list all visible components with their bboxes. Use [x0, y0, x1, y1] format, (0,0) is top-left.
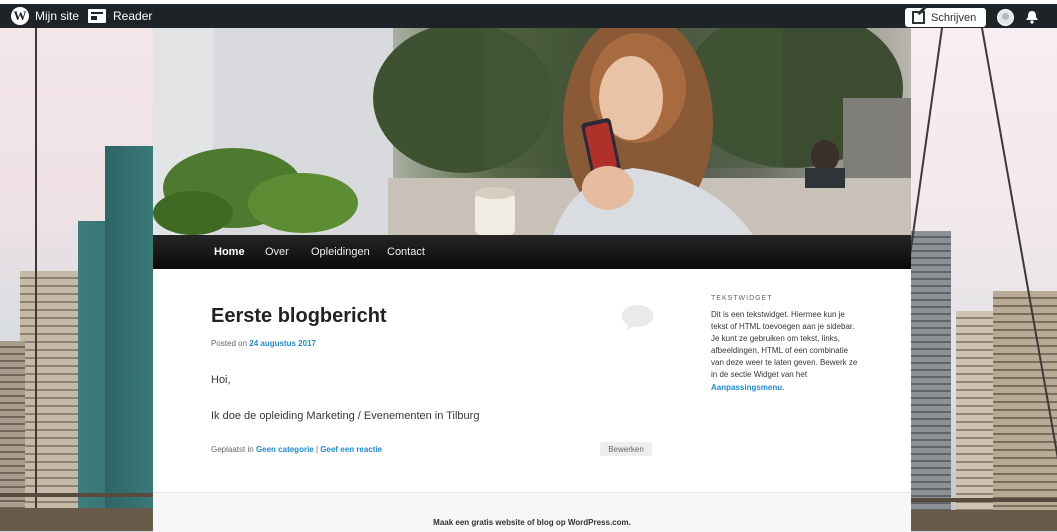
- nav-item-contact[interactable]: Contact: [387, 235, 425, 269]
- post-date-line: Posted on 24 augustus 2017: [211, 339, 316, 348]
- bridge-deck: [0, 508, 153, 531]
- widget-title: TEKSTWIDGET: [711, 295, 773, 302]
- my-site-label: Mijn site: [35, 9, 80, 23]
- reply-link[interactable]: Geef een reactie: [320, 445, 382, 454]
- reader-label: Reader: [113, 9, 153, 23]
- customizer-link[interactable]: Aanpassingsmenu: [711, 383, 782, 392]
- my-site-menu[interactable]: W Mijn site: [11, 4, 79, 28]
- write-label: Schrijven: [931, 11, 977, 24]
- post-title[interactable]: Eerste blogbericht: [211, 305, 387, 328]
- admin-bar-topline: [0, 0, 1057, 4]
- building-grey: [911, 231, 951, 531]
- widget-text: Dit is een tekstwidget. Hiermee kun je t…: [711, 310, 858, 380]
- avatar[interactable]: [997, 9, 1014, 26]
- bridge-deck: [911, 510, 1057, 531]
- meta-separator: |: [315, 445, 319, 454]
- comment-bubble-icon[interactable]: [621, 304, 654, 331]
- reader-menu[interactable]: Reader: [88, 4, 152, 28]
- site-footer: Maak een gratis website of blog op WordP…: [153, 492, 911, 532]
- post-date-link[interactable]: 24 augustus 2017: [249, 339, 316, 348]
- main-navigation: Home Over Opleidingen Contact: [153, 235, 911, 269]
- footer-credit-link[interactable]: Maak een gratis website of blog op WordP…: [153, 518, 911, 527]
- page-column: Home Over Opleidingen Contact Eerste blo…: [153, 28, 911, 532]
- building-tall: [993, 291, 1057, 531]
- notifications-bell-icon[interactable]: [1025, 10, 1039, 24]
- widget-text-end: .: [782, 382, 785, 392]
- text-widget: Dit is een tekstwidget. Hiermee kun je t…: [711, 309, 861, 394]
- header-image: [153, 28, 911, 235]
- edit-button[interactable]: Bewerken: [600, 442, 652, 456]
- bridge-rail: [0, 493, 153, 497]
- post-paragraph: Ik doe de opleiding Marketing / Evenemen…: [211, 410, 480, 422]
- write-button[interactable]: Schrijven: [905, 8, 986, 27]
- wordpress-logo-icon: W: [11, 7, 29, 25]
- post-paragraph: Hoi,: [211, 374, 231, 386]
- nav-item-home[interactable]: Home: [214, 235, 245, 269]
- building-small: [0, 341, 25, 531]
- nav-item-over[interactable]: Over: [265, 235, 289, 269]
- background-cityscape-right: [911, 28, 1057, 531]
- bridge-cable: [35, 28, 37, 531]
- nav-item-opleidingen[interactable]: Opleidingen: [311, 235, 370, 269]
- write-pen-icon: [912, 11, 925, 24]
- posted-prefix: Posted on: [211, 339, 248, 348]
- header-photo: [153, 28, 911, 235]
- background-cityscape-left: [0, 28, 153, 531]
- building-stone: [20, 271, 78, 531]
- post-meta: Geplaatst in Geen categorie | Geef een r…: [211, 445, 382, 454]
- category-link[interactable]: Geen categorie: [256, 445, 314, 454]
- meta-prefix: Geplaatst in: [211, 445, 254, 454]
- admin-bar: W Mijn site Reader Schrijven: [0, 0, 1057, 28]
- reader-icon: [88, 9, 106, 23]
- bridge-rail: [911, 498, 1057, 502]
- building-glass-top: [105, 146, 153, 531]
